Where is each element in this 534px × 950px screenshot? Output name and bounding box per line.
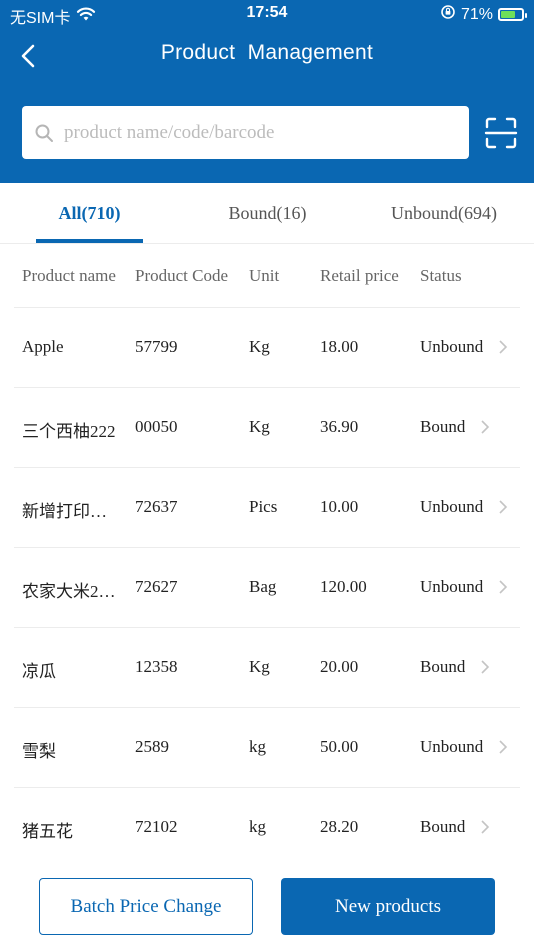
table-row[interactable]: 凉瓜 12358 Kg 20.00 Bound <box>14 628 520 708</box>
product-price: 50.00 <box>320 737 359 756</box>
product-price: 18.00 <box>320 337 359 356</box>
chevron-right-icon <box>499 340 508 354</box>
orientation-lock-icon <box>440 4 456 25</box>
product-price: 10.00 <box>320 497 359 516</box>
product-name: Apple <box>22 337 64 356</box>
table-header: Product name Product Code Unit Retail pr… <box>14 244 520 308</box>
table-row[interactable]: 猪五花 72102 kg 28.20 Bound <box>14 788 520 868</box>
product-name: 凉瓜 <box>22 662 56 681</box>
product-status: Bound <box>420 817 466 836</box>
product-name: 雪梨 <box>22 742 56 761</box>
product-name: 新增打印… <box>22 502 107 521</box>
tab-unbound[interactable]: Unbound(694) <box>376 183 512 243</box>
product-price: 120.00 <box>320 577 367 596</box>
battery-icon <box>498 8 527 21</box>
tab-bound[interactable]: Bound(16) <box>200 183 335 243</box>
product-code: 57799 <box>135 337 178 356</box>
product-status: Unbound <box>420 577 484 596</box>
chevron-right-icon <box>481 420 490 434</box>
scan-icon <box>484 117 518 149</box>
product-name: 猪五花 <box>22 822 73 841</box>
product-code: 12358 <box>135 657 178 676</box>
filter-tabs: All(710) Bound(16) Unbound(694) <box>0 183 534 244</box>
search-icon <box>35 124 53 142</box>
chevron-right-icon <box>499 580 508 594</box>
bottom-action-bar: Batch Price Change New products <box>0 866 534 950</box>
product-code: 2589 <box>135 737 169 756</box>
table-row[interactable]: 新增打印… 72637 Pics 10.00 Unbound <box>14 468 520 548</box>
product-price: 20.00 <box>320 657 359 676</box>
active-tab-indicator <box>36 239 143 243</box>
header-unit: Unit <box>249 266 280 285</box>
product-code: 00050 <box>135 417 178 436</box>
product-code: 72637 <box>135 497 178 516</box>
header-retail-price: Retail price <box>320 266 399 285</box>
product-unit: Kg <box>249 657 270 676</box>
product-unit: kg <box>249 737 266 756</box>
tab-all[interactable]: All(710) <box>22 183 157 243</box>
battery-percent: 71% <box>460 5 493 23</box>
product-name: 三个西柚222 <box>22 422 116 441</box>
header-product-code: Product Code <box>135 266 229 285</box>
product-status: Unbound <box>420 337 484 356</box>
search-box[interactable] <box>22 106 469 159</box>
product-unit: Kg <box>249 337 270 356</box>
product-unit: Bag <box>249 577 277 596</box>
product-status: Bound <box>420 657 466 676</box>
page-title: Product Management <box>160 41 374 64</box>
header-product-name: Product name <box>22 266 116 285</box>
product-code: 72627 <box>135 577 178 596</box>
top-header: 无SIM卡 17:54 71% Product Management produ… <box>0 0 534 183</box>
batch-price-change-button[interactable]: Batch Price Change <box>39 878 253 935</box>
table-row[interactable]: 雪梨 2589 kg 50.00 Unbound <box>14 708 520 788</box>
chevron-right-icon <box>499 740 508 754</box>
chevron-right-icon <box>481 660 490 674</box>
chevron-right-icon <box>481 820 490 834</box>
table-row[interactable]: Apple 57799 Kg 18.00 Unbound <box>14 308 520 388</box>
table-row[interactable]: 三个西柚222 00050 Kg 36.90 Bound <box>14 388 520 468</box>
new-products-button[interactable]: New products <box>281 878 495 935</box>
scan-button[interactable] <box>484 116 518 150</box>
product-name: 农家大米2… <box>22 582 116 601</box>
product-table: Product name Product Code Unit Retail pr… <box>0 244 534 868</box>
product-status: Unbound <box>420 497 484 516</box>
product-status: Unbound <box>420 737 484 756</box>
product-status: Bound <box>420 417 466 436</box>
nav-bar: Product Management <box>0 34 534 76</box>
search-input[interactable] <box>64 121 454 144</box>
chevron-right-icon <box>499 500 508 514</box>
product-unit: kg <box>249 817 266 836</box>
header-status: Status <box>420 266 462 285</box>
product-unit: Kg <box>249 417 270 436</box>
table-row[interactable]: 农家大米2… 72627 Bag 120.00 Unbound <box>14 548 520 628</box>
product-price: 28.20 <box>320 817 359 836</box>
status-bar: 无SIM卡 17:54 71% <box>0 0 534 28</box>
product-unit: Pics <box>249 497 278 516</box>
product-code: 72102 <box>135 817 178 836</box>
product-price: 36.90 <box>320 417 359 436</box>
